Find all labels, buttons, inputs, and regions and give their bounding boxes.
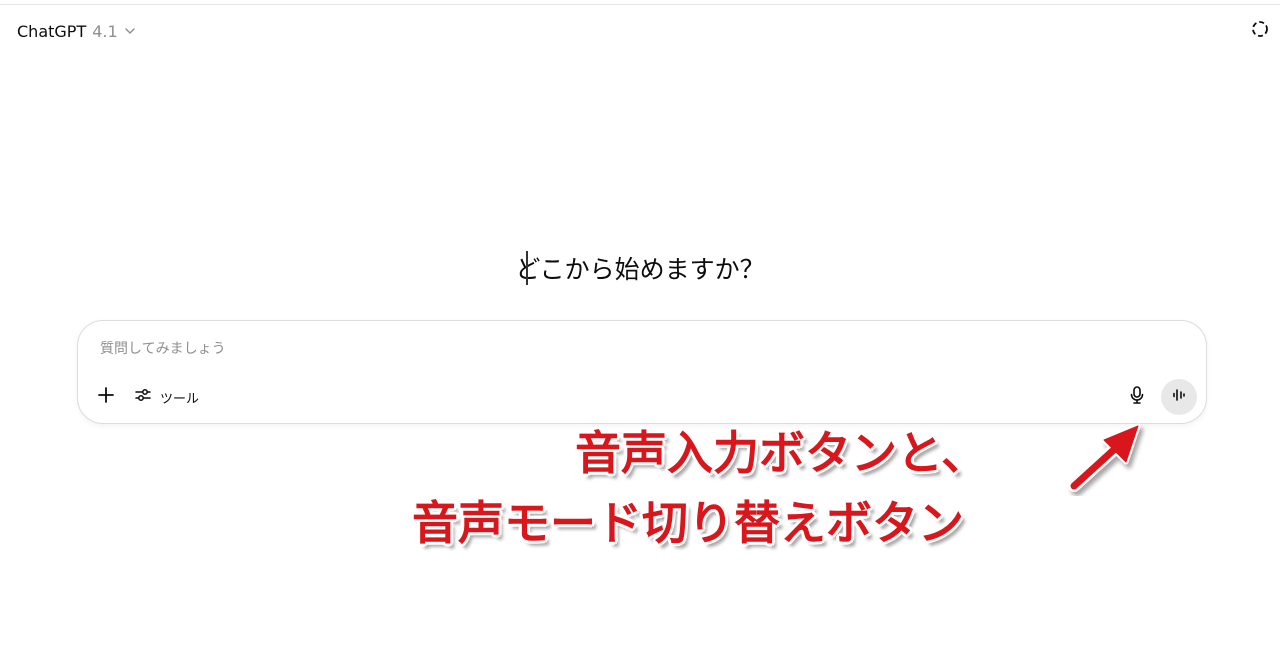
model-name: ChatGPT	[17, 21, 87, 41]
chevron-down-icon	[124, 25, 136, 37]
plus-icon	[97, 386, 115, 408]
model-version: 4.1	[92, 21, 118, 41]
waveform-icon	[1170, 386, 1188, 408]
dashed-circle-icon	[1250, 19, 1270, 43]
tools-button[interactable]: ツール	[130, 383, 203, 411]
red-arrow-icon	[1060, 416, 1152, 496]
page-heading: どこから始めますか？	[515, 255, 765, 284]
add-attachment-button[interactable]	[92, 383, 120, 411]
composer: ツール	[77, 320, 1207, 424]
sliders-icon	[134, 386, 152, 408]
chatgpt-page: ChatGPT 4.1 どこから始めますか？ 質問してみましょう ツール 音声入…	[0, 0, 1280, 661]
top-divider	[0, 4, 1280, 5]
voice-mode-button[interactable]	[1161, 379, 1197, 415]
tools-label: ツール	[160, 391, 200, 407]
microphone-icon	[1128, 385, 1146, 409]
annotation-line-1: 音声入力ボタンと、	[575, 426, 988, 480]
prompt-input[interactable]	[98, 335, 1102, 363]
voice-input-button[interactable]	[1122, 382, 1152, 412]
annotation-line-2: 音声モード切り替えボタン	[412, 496, 964, 550]
text-caret	[526, 251, 528, 285]
temporary-chat-button[interactable]	[1246, 17, 1274, 45]
model-switcher-button[interactable]: ChatGPT 4.1	[12, 16, 141, 46]
